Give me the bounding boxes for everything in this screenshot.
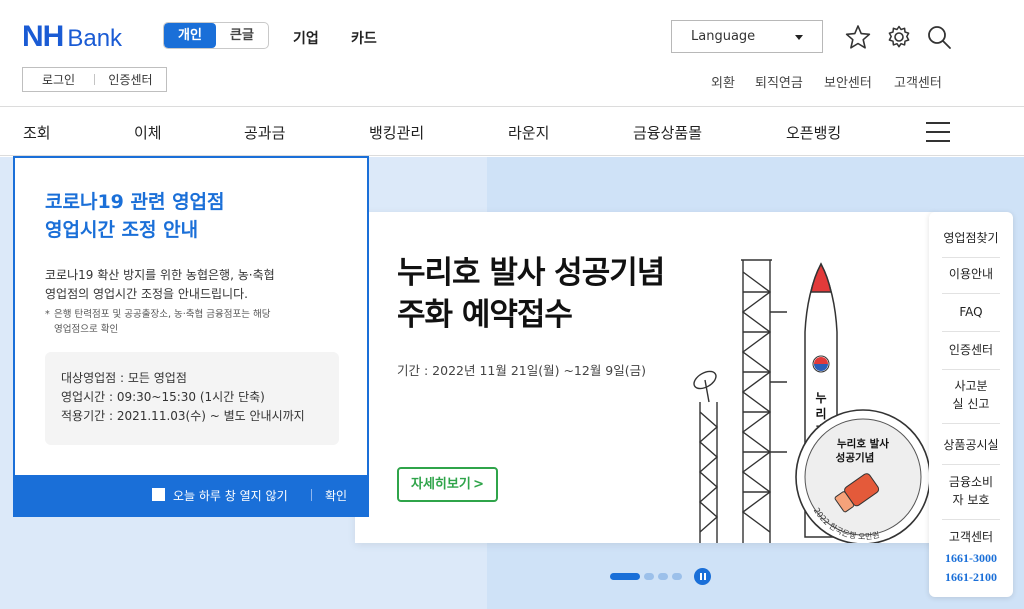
popup-description: 코로나19 확산 방지를 위한 농협은행, 농·축협 영업점의 영업시간 조정을…	[45, 268, 275, 301]
quick-product-disclosure[interactable]: 상품공시실	[942, 436, 1000, 454]
login-box: 로그인 인증센터	[22, 67, 167, 92]
segment-personal[interactable]: 개인	[164, 23, 216, 48]
popup-confirm-button[interactable]: 확인	[325, 487, 347, 504]
global-nav: 조회 이체 공과금 뱅킹관리 라운지 금융상품몰 오픈뱅킹	[0, 108, 1024, 156]
phone-number-2[interactable]: 1661-2100	[935, 570, 1007, 585]
quick-faq[interactable]: FAQ	[942, 303, 1000, 321]
rocket-illustration: 누 리 호 누리호 발사 성공기념 2022 한국은행 오만원	[693, 259, 931, 543]
gnb-banking-manage[interactable]: 뱅킹관리	[369, 122, 424, 143]
divider	[311, 489, 312, 501]
util-pension[interactable]: 퇴직연금	[755, 72, 803, 91]
pager-dot-2[interactable]	[644, 573, 654, 580]
promo-banner[interactable]: 누리호 발사 성공기념 주화 예약접수 기간 : 2022년 11월 21일(월…	[355, 212, 935, 543]
banner-title: 누리호 발사 성공기념 주화 예약접수	[397, 255, 665, 333]
segment-large-text[interactable]: 큰글	[216, 23, 268, 48]
coin-text-2: 성공기념	[836, 451, 875, 464]
rocket-label-2: 리	[815, 406, 826, 421]
notice-popup: 코로나19 관련 영업점 영업시간 조정 안내 코로나19 확산 방지를 위한 …	[13, 156, 369, 517]
language-select[interactable]: Language	[671, 20, 823, 53]
util-security[interactable]: 보안센터	[824, 72, 872, 91]
popup-info-box: 대상영업점 : 모든 영업점 영업시간 : 09:30~15:30 (1시간 단…	[45, 352, 339, 445]
gnb-open-banking[interactable]: 오픈뱅킹	[786, 122, 841, 143]
search-icon[interactable]	[926, 24, 952, 50]
gnb-utility-bills[interactable]: 공과금	[244, 122, 285, 143]
util-forex[interactable]: 외환	[711, 72, 735, 91]
star-icon[interactable]	[845, 24, 871, 50]
quick-consumer-protection[interactable]: 금융소비자 보호	[946, 473, 996, 509]
nav-corporate[interactable]: 기업	[293, 28, 319, 48]
more-button[interactable]: 자세히보기 >	[397, 467, 498, 502]
banner-period: 기간 : 2022년 11월 21일(월) ~12월 9일(금)	[397, 363, 647, 378]
quick-loss-report[interactable]: 사고분실 신고	[951, 377, 991, 413]
dont-show-checkbox[interactable]	[152, 488, 165, 501]
pager-dot-1[interactable]	[610, 573, 640, 580]
cert-center-link[interactable]: 인증센터	[95, 71, 166, 88]
gnb-inquiry[interactable]: 조회	[23, 122, 51, 143]
nav-card[interactable]: 카드	[351, 28, 377, 48]
util-customer[interactable]: 고객센터	[894, 72, 942, 91]
quick-branch-finder[interactable]: 영업점찾기	[942, 229, 1000, 247]
phone-number-1[interactable]: 1661-3000	[935, 551, 1007, 566]
quick-guide[interactable]: 이용안내	[942, 265, 1000, 283]
coin-text-1: 누리호 발사	[837, 437, 889, 450]
pause-icon[interactable]	[694, 568, 711, 585]
gnb-lounge[interactable]: 라운지	[508, 122, 549, 143]
rocket-label-1: 누	[815, 391, 826, 405]
dont-show-label[interactable]: 오늘 하루 창 열지 않기	[173, 487, 288, 504]
pager-dot-4[interactable]	[672, 573, 682, 580]
caret-down-icon	[795, 35, 803, 40]
popup-note: * 은행 탄력점포 및 공공출장소, 농·축협 금융점포는 해당 영업점으로 확…	[45, 309, 271, 335]
view-mode-toggle: 개인 큰글	[163, 22, 269, 49]
language-label: Language	[691, 29, 756, 44]
gear-icon[interactable]	[886, 24, 912, 50]
gnb-product-mall[interactable]: 금융상품몰	[633, 122, 702, 143]
logo-bank: Bank	[67, 25, 123, 52]
gnb-transfer[interactable]: 이체	[134, 122, 162, 143]
quick-cert-center[interactable]: 인증센터	[942, 341, 1000, 359]
chevron-right-icon: >	[473, 477, 484, 492]
login-link[interactable]: 로그인	[23, 71, 94, 88]
pager-dot-3[interactable]	[658, 573, 668, 580]
menu-icon[interactable]	[926, 122, 950, 142]
popup-footer: 오늘 하루 창 열지 않기 확인	[15, 475, 367, 515]
quick-customer-center[interactable]: 고객센터	[942, 528, 1000, 546]
quick-menu: 영업점찾기 이용안내 FAQ 인증센터 사고분실 신고 상품공시실 금융소비자 …	[929, 212, 1013, 597]
logo-nh: NH	[22, 20, 64, 53]
header: NH Bank 개인 큰글 기업 카드 로그인 인증센터 Language 외환…	[0, 0, 1024, 107]
popup-title: 코로나19 관련 영업점 영업시간 조정 안내	[45, 191, 225, 241]
nh-bank-logo[interactable]: NH Bank	[22, 20, 122, 54]
